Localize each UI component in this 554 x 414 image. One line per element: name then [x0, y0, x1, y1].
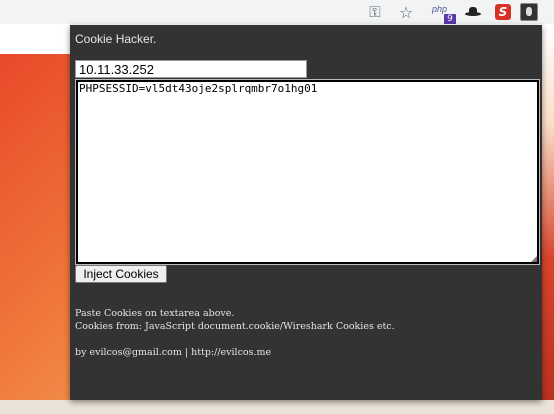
popup-title: Cookie Hacker. — [75, 32, 157, 46]
page-bottom-area — [0, 400, 554, 414]
s-extension-glyph: S — [495, 4, 511, 20]
key-icon[interactable]: ⚿ — [364, 2, 386, 22]
avatar — [520, 3, 538, 21]
profile-avatar-icon[interactable] — [518, 2, 540, 22]
cookie-textarea[interactable]: PHPSESSID=vl5dt43oje2splrqmbr7o1hg01 — [75, 79, 540, 265]
page-scroll-edge — [542, 24, 554, 414]
hat-brim — [465, 12, 481, 16]
hat-extension-icon[interactable] — [462, 2, 484, 22]
resize-grip-icon[interactable]: ◢ — [531, 255, 539, 263]
credit-text: by evilcos@gmail.com | http://evilcos.me — [75, 347, 272, 358]
inject-cookies-button[interactable]: Inject Cookies — [75, 265, 167, 283]
cookie-hacker-popup: Cookie Hacker. PHPSESSID=vl5dt43oje2splr… — [70, 25, 542, 400]
star-icon[interactable]: ☆ — [395, 2, 417, 22]
php-extension-icon[interactable]: php 9 — [430, 2, 458, 25]
help-text-sources: Cookies from: JavaScript document.cookie… — [75, 321, 395, 332]
host-input[interactable] — [75, 60, 307, 78]
browser-toolbar: ⚿ ☆ php 9 S — [0, 0, 554, 25]
php-extension-label: php — [432, 4, 448, 14]
s-extension-icon[interactable]: S — [493, 2, 513, 22]
help-text-paste: Paste Cookies on textarea above. — [75, 308, 235, 319]
